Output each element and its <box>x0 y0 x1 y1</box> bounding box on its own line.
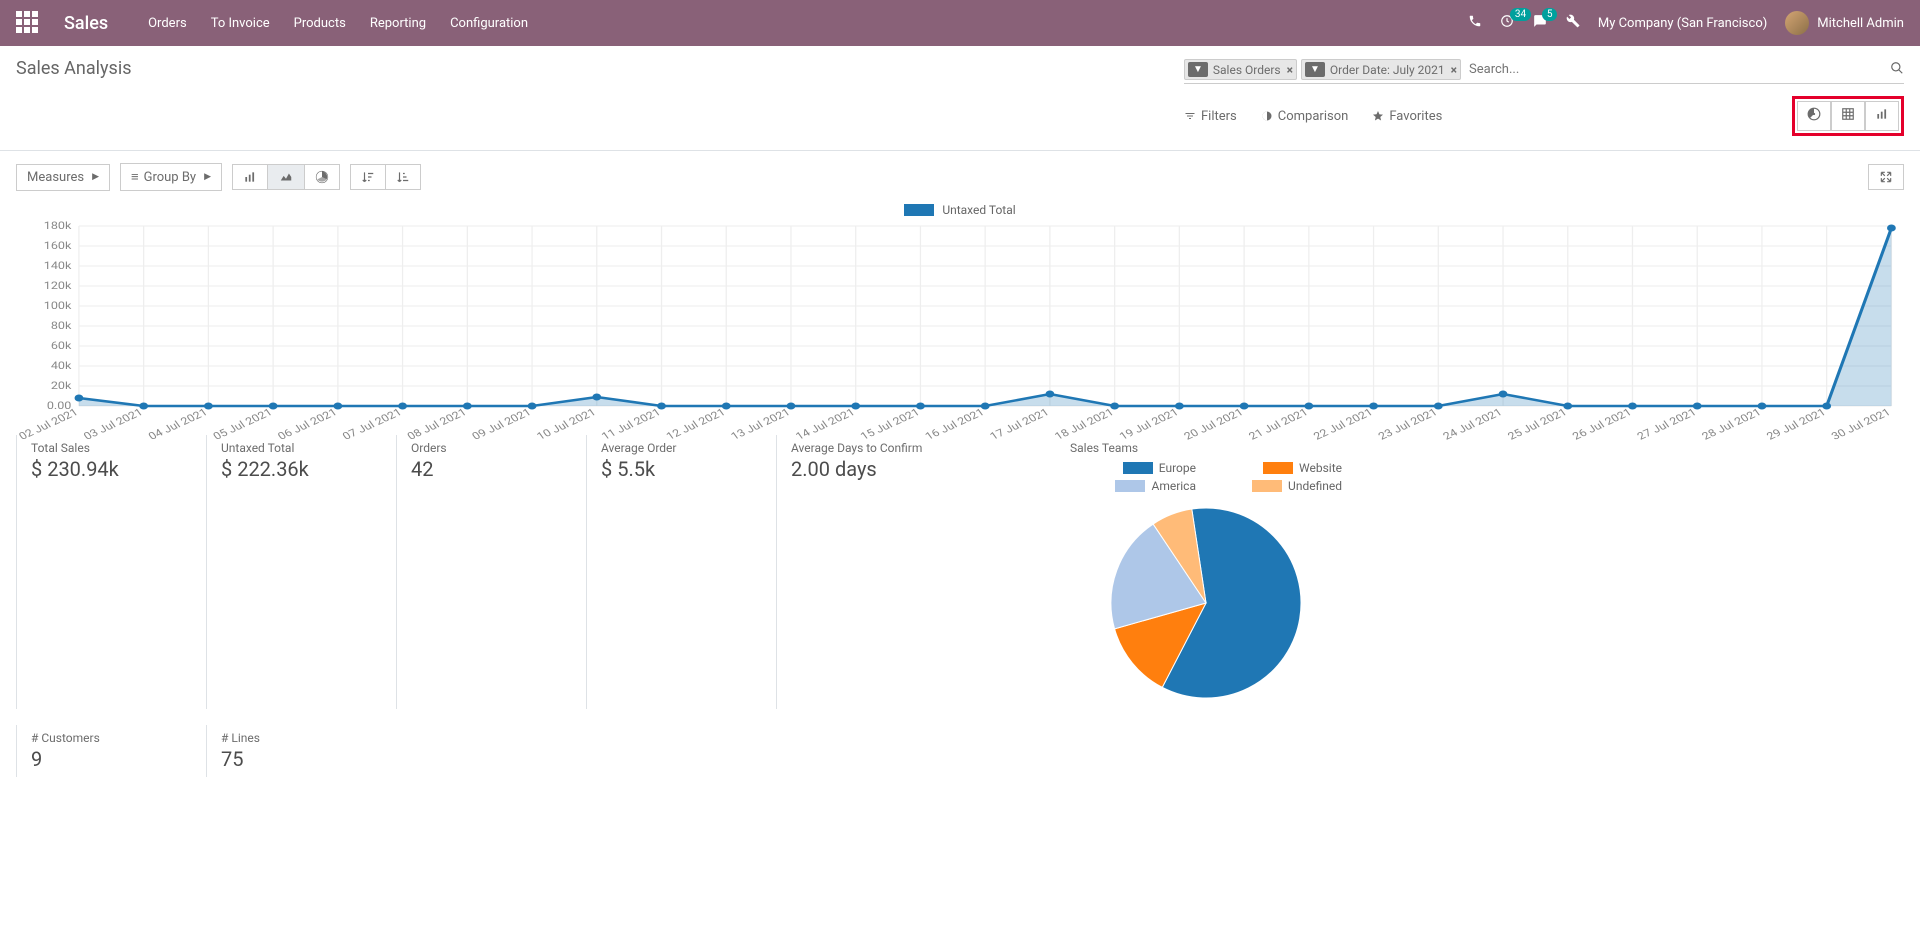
svg-text:100k: 100k <box>44 299 72 311</box>
svg-text:23 Jul 2021: 23 Jul 2021 <box>1375 406 1440 443</box>
kpi-orders: Orders 42 <box>396 435 586 709</box>
svg-text:180k: 180k <box>44 221 72 232</box>
svg-text:60k: 60k <box>51 339 72 351</box>
svg-text:21 Jul 2021: 21 Jul 2021 <box>1246 406 1311 443</box>
svg-text:10 Jul 2021: 10 Jul 2021 <box>534 406 599 443</box>
user-menu[interactable]: Mitchell Admin <box>1785 11 1904 35</box>
svg-text:15 Jul 2021: 15 Jul 2021 <box>858 406 923 443</box>
apps-icon[interactable] <box>16 11 40 35</box>
svg-text:160k: 160k <box>44 239 72 251</box>
svg-text:06 Jul 2021: 06 Jul 2021 <box>275 406 340 443</box>
menu-configuration[interactable]: Configuration <box>450 16 528 31</box>
filter-chip-label: Sales Orders <box>1213 63 1281 77</box>
svg-text:17 Jul 2021: 17 Jul 2021 <box>987 406 1052 443</box>
measures-button[interactable]: Measures▶ <box>16 164 110 191</box>
svg-text:30 Jul 2021: 30 Jul 2021 <box>1829 406 1894 443</box>
funnel-icon: ▼ <box>1305 62 1325 77</box>
main-chart: Untaxed Total 0.0020k40k60k80k100k120k14… <box>0 203 1920 431</box>
svg-text:40k: 40k <box>51 359 72 371</box>
user-name: Mitchell Admin <box>1817 16 1904 31</box>
sort-desc-button[interactable] <box>350 164 386 190</box>
svg-text:27 Jul 2021: 27 Jul 2021 <box>1634 406 1699 443</box>
group-by-button[interactable]: ≡ Group By▶ <box>120 163 222 191</box>
svg-text:19 Jul 2021: 19 Jul 2021 <box>1116 406 1181 443</box>
view-switcher <box>1792 96 1904 136</box>
remove-filter-icon[interactable]: × <box>1287 63 1293 77</box>
favorites-button[interactable]: Favorites <box>1372 109 1442 124</box>
svg-text:26 Jul 2021: 26 Jul 2021 <box>1570 406 1635 443</box>
dashboard-view-button[interactable] <box>1797 101 1831 131</box>
svg-text:08 Jul 2021: 08 Jul 2021 <box>404 406 469 443</box>
pie-container: Sales Teams Europe Website America Undef… <box>1056 435 1356 709</box>
menu-orders[interactable]: Orders <box>148 16 187 31</box>
svg-text:29 Jul 2021: 29 Jul 2021 <box>1764 406 1829 443</box>
page-title: Sales Analysis <box>16 58 131 79</box>
kpi-untaxed-total: Untaxed Total $ 222.36k <box>206 435 396 709</box>
kpi-customers: # Customers 9 <box>16 725 206 777</box>
svg-text:20 Jul 2021: 20 Jul 2021 <box>1181 406 1246 443</box>
svg-text:16 Jul 2021: 16 Jul 2021 <box>922 406 987 443</box>
top-navbar: Sales Orders To Invoice Products Reporti… <box>0 0 1920 46</box>
filter-chip-sales-orders: ▼ Sales Orders × <box>1184 59 1297 80</box>
menu-products[interactable]: Products <box>294 16 346 31</box>
svg-text:20k: 20k <box>51 379 72 391</box>
svg-text:25 Jul 2021: 25 Jul 2021 <box>1505 406 1570 443</box>
kpi-average-order: Average Order $ 5.5k <box>586 435 776 709</box>
filters-button[interactable]: Filters <box>1184 109 1237 124</box>
brand-title[interactable]: Sales <box>64 13 108 34</box>
messages-badge: 5 <box>1542 8 1558 21</box>
svg-text:28 Jul 2021: 28 Jul 2021 <box>1699 406 1764 443</box>
svg-text:18 Jul 2021: 18 Jul 2021 <box>1052 406 1117 443</box>
svg-text:05 Jul 2021: 05 Jul 2021 <box>210 406 275 443</box>
svg-text:09 Jul 2021: 09 Jul 2021 <box>469 406 534 443</box>
graph-view-button[interactable] <box>1865 101 1899 131</box>
kpi-total-sales: Total Sales $ 230.94k <box>16 435 206 709</box>
messages-icon[interactable]: 5 <box>1532 14 1548 32</box>
kpi-lines: # Lines 75 <box>206 725 396 777</box>
remove-filter-icon[interactable]: × <box>1451 63 1457 77</box>
chart-type-group <box>232 164 340 190</box>
bar-chart-button[interactable] <box>232 164 268 190</box>
search-icon[interactable] <box>1890 61 1904 79</box>
company-selector[interactable]: My Company (San Francisco) <box>1598 16 1767 31</box>
sort-group <box>350 164 421 190</box>
pivot-view-button[interactable] <box>1831 101 1865 131</box>
sort-asc-button[interactable] <box>386 164 421 190</box>
svg-text:22 Jul 2021: 22 Jul 2021 <box>1311 406 1376 443</box>
filter-chip-label: Order Date: July 2021 <box>1330 63 1445 77</box>
legend-swatch <box>904 204 934 216</box>
expand-button[interactable] <box>1868 164 1904 190</box>
svg-text:04 Jul 2021: 04 Jul 2021 <box>146 406 211 443</box>
menu-to-invoice[interactable]: To Invoice <box>211 16 270 31</box>
search-input[interactable] <box>1465 58 1884 81</box>
filter-chip-order-date: ▼ Order Date: July 2021 × <box>1301 59 1461 80</box>
kpi-avg-days: Average Days to Confirm 2.00 days <box>776 435 1056 709</box>
avatar <box>1785 11 1809 35</box>
main-menu: Orders To Invoice Products Reporting Con… <box>148 16 528 31</box>
kpi-row: Total Sales $ 230.94k Untaxed Total $ 22… <box>0 431 1920 713</box>
svg-text:11 Jul 2021: 11 Jul 2021 <box>599 406 664 443</box>
pie-chart-button[interactable] <box>305 164 340 190</box>
svg-text:120k: 120k <box>44 279 72 291</box>
funnel-icon: ▼ <box>1188 62 1208 77</box>
comparison-button[interactable]: Comparison <box>1261 109 1349 124</box>
svg-text:14 Jul 2021: 14 Jul 2021 <box>793 406 858 443</box>
line-chart-button[interactable] <box>268 164 305 190</box>
activities-badge: 34 <box>1510 8 1531 21</box>
svg-text:13 Jul 2021: 13 Jul 2021 <box>728 406 793 443</box>
svg-text:140k: 140k <box>44 259 72 271</box>
svg-text:24 Jul 2021: 24 Jul 2021 <box>1440 406 1505 443</box>
pie-legend: Europe Website America Undefined <box>1070 461 1342 493</box>
svg-text:12 Jul 2021: 12 Jul 2021 <box>663 406 728 443</box>
svg-text:80k: 80k <box>51 319 72 331</box>
settings-tools-icon[interactable] <box>1566 14 1580 32</box>
legend-label: Untaxed Total <box>942 203 1015 217</box>
activities-icon[interactable]: 34 <box>1500 14 1514 32</box>
phone-icon[interactable] <box>1468 14 1482 32</box>
svg-text:07 Jul 2021: 07 Jul 2021 <box>340 406 405 443</box>
svg-text:03 Jul 2021: 03 Jul 2021 <box>81 406 146 443</box>
menu-reporting[interactable]: Reporting <box>370 16 426 31</box>
